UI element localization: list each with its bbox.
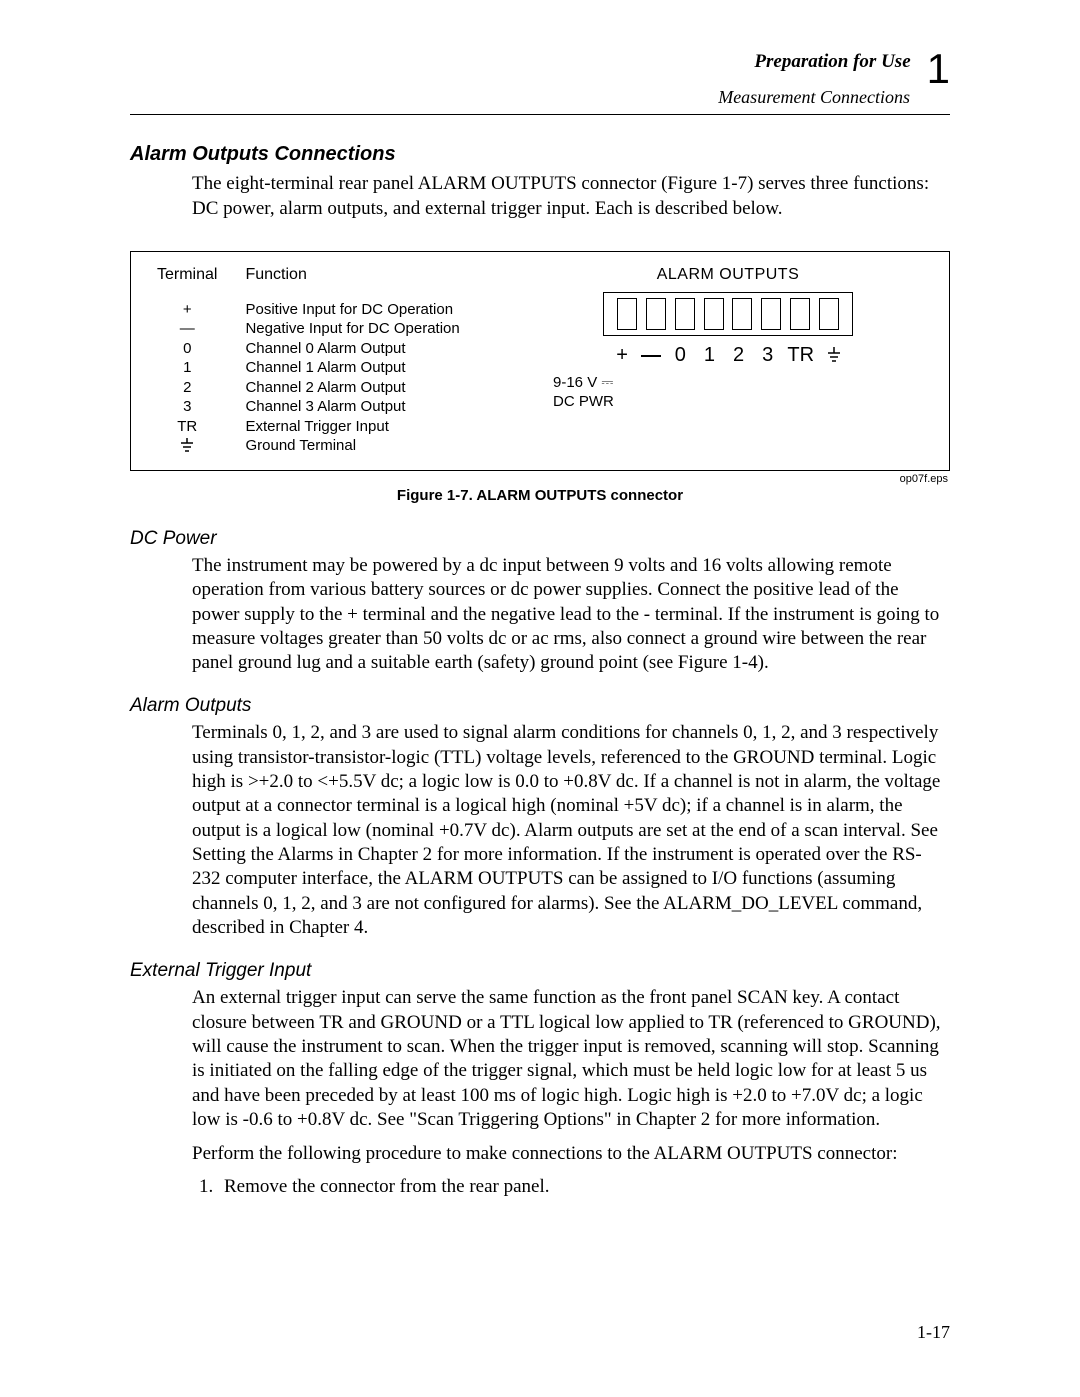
pin-icon xyxy=(675,298,695,330)
connector-icon xyxy=(603,292,853,336)
running-title: Preparation for Use xyxy=(754,50,910,74)
table-row: 1Channel 1 Alarm Output xyxy=(157,358,488,378)
pin-label: 1 xyxy=(699,344,719,367)
pin-label xyxy=(641,344,661,367)
alarm-outputs-body: Terminals 0, 1, 2, and 3 are used to sig… xyxy=(192,721,950,940)
ground-icon xyxy=(827,347,841,365)
dc-power-body: The instrument may be powered by a dc in… xyxy=(192,554,950,676)
pin-label: 3 xyxy=(758,344,778,367)
figure-caption: Figure 1-7. ALARM OUTPUTS connector xyxy=(130,487,950,504)
alarm-outputs-label: ALARM OUTPUTS xyxy=(525,266,931,284)
chapter-number: 1 xyxy=(927,50,950,88)
pin-label: + xyxy=(612,344,632,367)
subsection-title: Alarm Outputs xyxy=(130,695,950,717)
ground-icon xyxy=(180,438,194,454)
running-subtitle: Measurement Connections xyxy=(130,86,950,109)
table-row: TRExternal Trigger Input xyxy=(157,417,488,437)
procedure-list: Remove the connector from the rear panel… xyxy=(192,1176,950,1198)
header-rule xyxy=(130,114,950,115)
pin-icon xyxy=(819,298,839,330)
subsection-title: External Trigger Input xyxy=(130,960,950,982)
pin-icon xyxy=(646,298,666,330)
pin-label: TR xyxy=(787,344,815,367)
col-function: Function xyxy=(245,266,487,300)
col-terminal: Terminal xyxy=(157,266,245,300)
table-row: 2Channel 2 Alarm Output xyxy=(157,378,488,398)
running-head: Preparation for Use 1 Measurement Connec… xyxy=(130,50,950,108)
table-row: Ground Terminal xyxy=(157,436,488,456)
page: Preparation for Use 1 Measurement Connec… xyxy=(0,0,1080,1397)
pin-icon xyxy=(704,298,724,330)
ext-trigger-body-1: An external trigger input can serve the … xyxy=(192,986,950,1132)
section-intro: The eight-terminal rear panel ALARM OUTP… xyxy=(192,172,950,221)
table-row: 3Channel 3 Alarm Output xyxy=(157,397,488,417)
table-row: —Negative Input for DC Operation xyxy=(157,319,488,339)
step: Remove the connector from the rear panel… xyxy=(218,1176,950,1198)
pin-icon xyxy=(732,298,752,330)
minus-icon xyxy=(641,355,661,357)
figure-table: Terminal Function +Positive Input for DC… xyxy=(157,266,497,456)
pin-labels: + 0 1 2 3 TR xyxy=(603,344,853,367)
pin-label: 0 xyxy=(670,344,690,367)
page-number: 1-17 xyxy=(917,1322,950,1343)
eps-filename: op07f.eps xyxy=(130,473,948,485)
pin-icon xyxy=(790,298,810,330)
pin-icon xyxy=(761,298,781,330)
pin-label: 2 xyxy=(729,344,749,367)
ext-trigger-body-2: Perform the following procedure to make … xyxy=(192,1142,950,1166)
table-row: 0Channel 0 Alarm Output xyxy=(157,339,488,359)
dc-pwr-label: 9-16 V ⎓ DC PWR xyxy=(553,373,931,412)
section-title: Alarm Outputs Connections xyxy=(130,143,950,166)
subsection-title: DC Power xyxy=(130,528,950,550)
pin-label xyxy=(824,344,844,367)
figure-diagram: ALARM OUTPUTS + 0 1 2 3 TR xyxy=(525,266,931,456)
figure-1-7: Terminal Function +Positive Input for DC… xyxy=(130,251,950,471)
pin-icon xyxy=(617,298,637,330)
table-row: +Positive Input for DC Operation xyxy=(157,300,488,320)
